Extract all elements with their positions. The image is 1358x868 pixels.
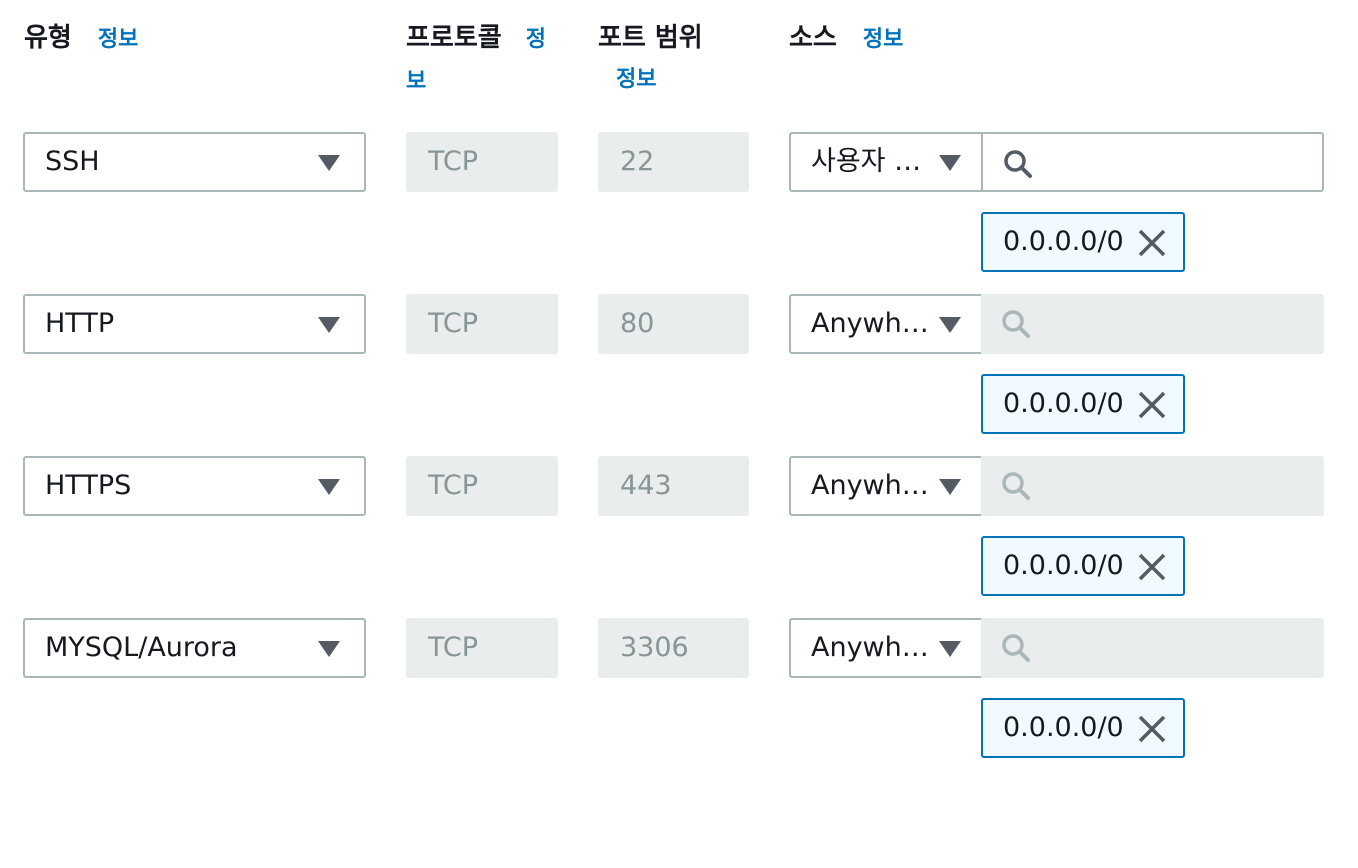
type-select-value: HTTP — [45, 308, 115, 339]
source-cidr-token: 0.0.0.0/0 — [981, 212, 1185, 272]
caret-down-icon — [939, 317, 961, 333]
header-port-range-label: 포트 범위 — [598, 23, 703, 53]
type-select[interactable]: HTTPS — [23, 456, 366, 516]
type-select-value: MYSQL/Aurora — [45, 632, 238, 663]
port-range-value: 22 — [620, 146, 655, 177]
source-select-value: Anywh… — [811, 632, 929, 663]
protocol-field: TCP — [406, 456, 558, 516]
source-select-value: 사용자 … — [811, 146, 922, 177]
port-range-value: 80 — [620, 308, 655, 339]
port-range-field: 443 — [598, 456, 749, 516]
caret-down-icon — [318, 155, 340, 171]
source-cidr-value: 0.0.0.0/0 — [1003, 550, 1124, 581]
caret-down-icon — [318, 641, 340, 657]
header-source: 소스 정보 — [789, 18, 903, 60]
caret-down-icon — [939, 155, 961, 171]
search-icon — [1004, 150, 1032, 178]
header-protocol: 프로토콜 정보 — [406, 18, 556, 102]
source-search-input[interactable] — [981, 132, 1324, 192]
port-range-value: 443 — [620, 470, 672, 501]
type-select[interactable]: SSH — [23, 132, 366, 192]
protocol-value: TCP — [428, 632, 479, 663]
port-range-field: 3306 — [598, 618, 749, 678]
header-source-label: 소스 — [789, 23, 837, 53]
type-select-value: HTTPS — [45, 470, 132, 501]
type-select[interactable]: MYSQL/Aurora — [23, 618, 366, 678]
protocol-field: TCP — [406, 618, 558, 678]
source-info-link[interactable]: 정보 — [863, 27, 903, 52]
source-cidr-token: 0.0.0.0/0 — [981, 698, 1185, 758]
protocol-info-link-wrap[interactable]: 보 — [406, 69, 426, 94]
close-icon[interactable] — [1137, 228, 1167, 258]
source-select[interactable]: Anywh… — [789, 294, 983, 354]
caret-down-icon — [318, 479, 340, 495]
source-select[interactable]: Anywh… — [789, 456, 983, 516]
source-cidr-token: 0.0.0.0/0 — [981, 374, 1185, 434]
header-protocol-label: 프로토콜 — [406, 23, 502, 53]
protocol-field: TCP — [406, 132, 558, 192]
close-icon[interactable] — [1137, 552, 1167, 582]
search-icon — [1002, 634, 1030, 662]
search-icon — [1002, 472, 1030, 500]
source-cidr-value: 0.0.0.0/0 — [1003, 712, 1124, 743]
protocol-value: TCP — [428, 146, 479, 177]
source-select[interactable]: Anywh… — [789, 618, 983, 678]
source-cidr-value: 0.0.0.0/0 — [1003, 226, 1124, 257]
protocol-value: TCP — [428, 308, 479, 339]
source-search-input — [981, 294, 1324, 354]
protocol-value: TCP — [428, 470, 479, 501]
protocol-info-link[interactable]: 정 — [526, 27, 546, 52]
source-search-text[interactable] — [1043, 134, 1317, 192]
header-port-range: 포트 범위정보 — [598, 18, 728, 100]
header-type-label: 유형 — [24, 23, 72, 53]
source-search-input — [981, 456, 1324, 516]
port-range-field: 22 — [598, 132, 749, 192]
type-select-value: SSH — [45, 146, 100, 177]
caret-down-icon — [939, 641, 961, 657]
port-range-field: 80 — [598, 294, 749, 354]
port-range-value: 3306 — [620, 632, 689, 663]
caret-down-icon — [318, 317, 340, 333]
header-type: 유형 정보 — [24, 18, 138, 60]
close-icon[interactable] — [1137, 714, 1167, 744]
source-search-input — [981, 618, 1324, 678]
source-cidr-token: 0.0.0.0/0 — [981, 536, 1185, 596]
port-range-info-link[interactable]: 정보 — [616, 60, 656, 100]
source-cidr-value: 0.0.0.0/0 — [1003, 388, 1124, 419]
source-select-value: Anywh… — [811, 470, 929, 501]
inbound-rules-editor: 유형 정보 프로토콜 정 보 포트 범위 정보 소스 정보 SSH TCP 22 사용자 … — [0, 0, 1358, 868]
close-icon[interactable] — [1137, 390, 1167, 420]
search-icon — [1002, 310, 1030, 338]
caret-down-icon — [939, 479, 961, 495]
source-select[interactable]: 사용자 … — [789, 132, 983, 192]
source-select-value: Anywh… — [811, 308, 929, 339]
type-info-link[interactable]: 정보 — [98, 27, 138, 52]
protocol-field: TCP — [406, 294, 558, 354]
type-select[interactable]: HTTP — [23, 294, 366, 354]
